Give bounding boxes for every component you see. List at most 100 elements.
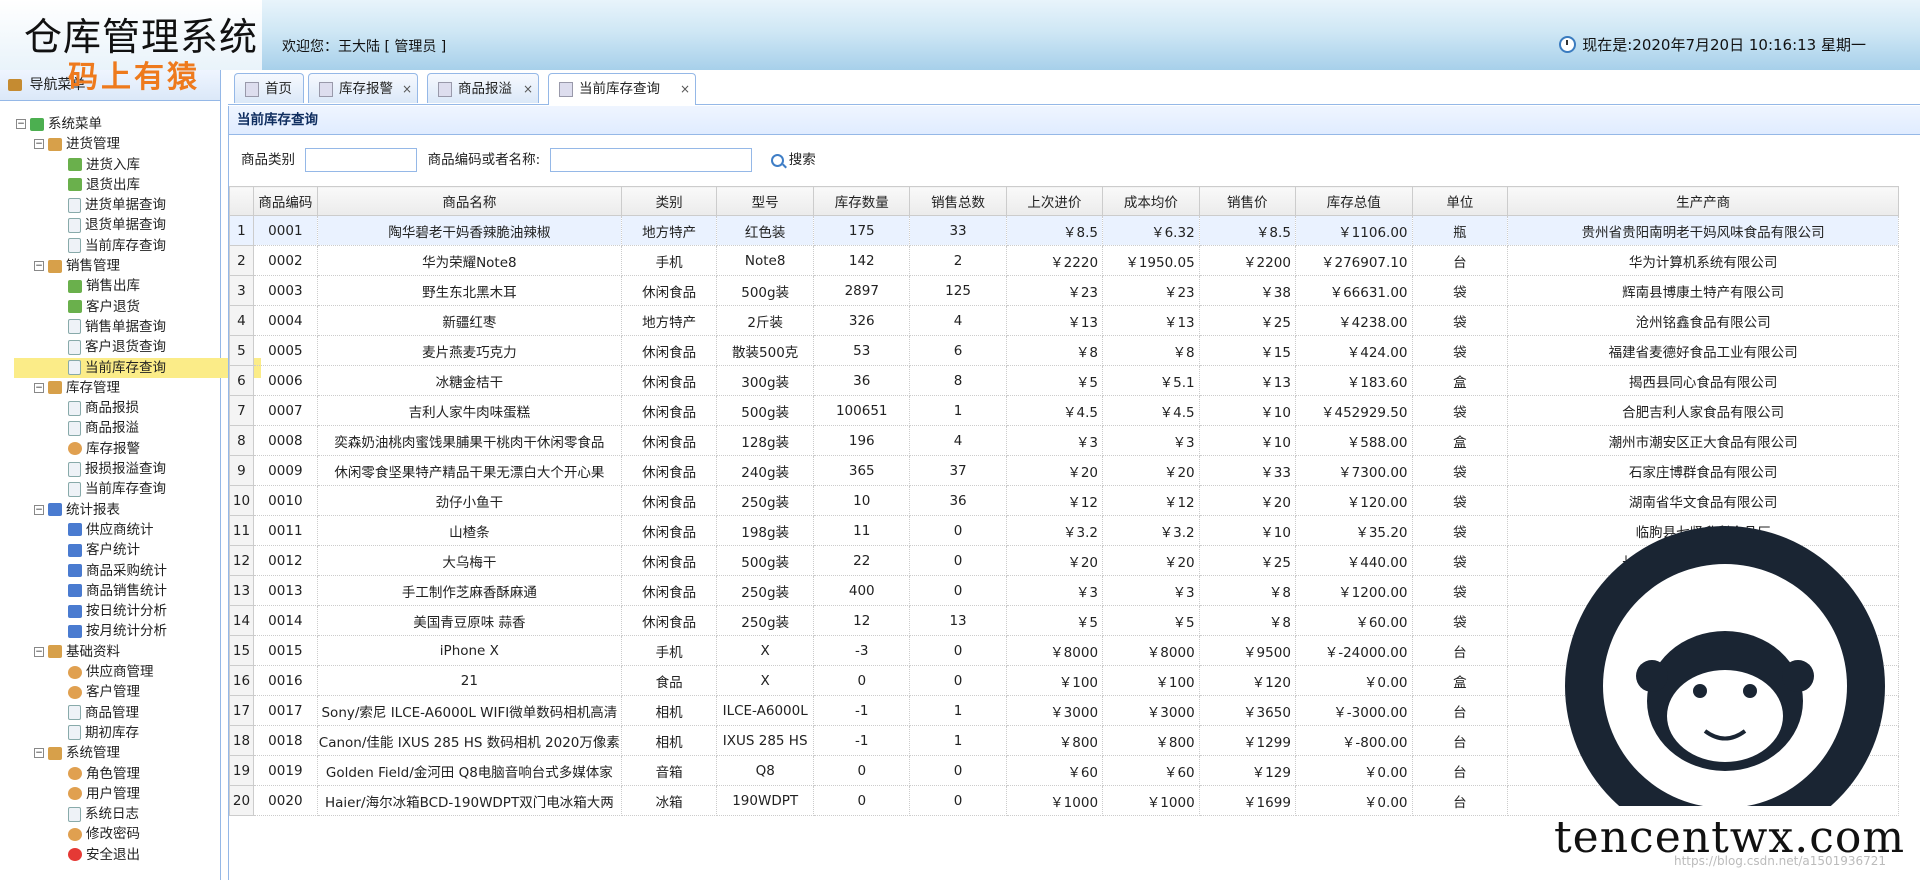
sidebar-item[interactable]: 进货单据查询 bbox=[14, 195, 261, 215]
sidebar-item[interactable]: 报损报溢查询 bbox=[14, 459, 261, 479]
row-number: 13 bbox=[229, 575, 254, 606]
column-header[interactable]: 生产产商 bbox=[1507, 186, 1899, 216]
column-header[interactable]: 类别 bbox=[620, 186, 718, 216]
column-header[interactable]: 商品编码 bbox=[252, 186, 318, 216]
row-number: 19 bbox=[229, 755, 254, 786]
sidebar-item-label: 库存管理 bbox=[66, 379, 120, 396]
table-cell: ￥13 bbox=[1102, 305, 1200, 336]
sidebar-item[interactable]: 期初库存 bbox=[14, 723, 261, 743]
tab-close-icon[interactable]: × bbox=[523, 74, 533, 104]
page-search-icon bbox=[68, 339, 81, 355]
sidebar-item[interactable]: 客户统计 bbox=[14, 540, 261, 560]
sidebar-group[interactable]: − 系统管理 bbox=[14, 743, 261, 763]
table-cell: ￥-800.00 bbox=[1294, 725, 1413, 756]
search-button[interactable]: 搜索 bbox=[770, 135, 816, 185]
tab[interactable]: 库存报警 × bbox=[308, 73, 418, 103]
column-header[interactable]: 库存总值 bbox=[1294, 186, 1413, 216]
sidebar-item[interactable]: 供应商统计 bbox=[14, 520, 261, 540]
sidebar-group[interactable]: − 进货管理 bbox=[14, 134, 261, 154]
sidebar-item[interactable]: 修改密码 bbox=[14, 824, 261, 844]
table-cell: ￥4.5 bbox=[1005, 395, 1104, 426]
sidebar-item[interactable]: 退货单据查询 bbox=[14, 215, 261, 235]
sidebar-item[interactable]: 商品销售统计 bbox=[14, 581, 261, 601]
table-header-row: 商品编码 商品名称 类别 型号 库存数量 销售总数 上次进价 成本均价 销售价 库存总值 单位 生产产… bbox=[229, 186, 1899, 216]
collapse-toggle-icon[interactable]: − bbox=[34, 139, 44, 150]
collapse-toggle-icon[interactable]: − bbox=[34, 748, 44, 759]
sidebar-item[interactable]: 库存报警 bbox=[14, 439, 261, 459]
collapse-toggle-icon[interactable]: − bbox=[34, 261, 44, 272]
table-cell: 1 bbox=[909, 395, 1007, 426]
sidebar-item[interactable]: 安全退出 bbox=[14, 845, 261, 865]
tab-close-icon[interactable]: × bbox=[402, 74, 412, 104]
row-number: 2 bbox=[229, 245, 254, 276]
sidebar-item[interactable]: 按日统计分析 bbox=[14, 601, 261, 621]
sidebar-item[interactable]: 销售出库 bbox=[14, 276, 261, 296]
table-cell: ￥25 bbox=[1198, 305, 1296, 336]
column-header[interactable]: 商品名称 bbox=[316, 186, 622, 216]
sidebar-item[interactable]: 系统日志 bbox=[14, 804, 261, 824]
collapse-toggle-icon[interactable]: − bbox=[16, 119, 26, 129]
tab[interactable]: 首页 bbox=[234, 73, 304, 103]
table-row[interactable]: 10 0010 劲仔小鱼干 休闲食品 250g装 10 36 ￥12 ￥12 ￥20 ￥120.00… bbox=[229, 485, 1899, 516]
sidebar-item[interactable]: 客户退货 bbox=[14, 297, 261, 317]
table-cell: ￥15 bbox=[1198, 335, 1296, 366]
category-input[interactable] bbox=[305, 148, 418, 172]
sidebar-item[interactable]: 客户管理 bbox=[14, 682, 261, 702]
sidebar-item[interactable]: 退货出库 bbox=[14, 175, 261, 195]
sidebar-item[interactable]: 商品采购统计 bbox=[14, 561, 261, 581]
table-row[interactable]: 6 0006 冰糖金桔干 休闲食品 300g装 36 8 ￥5 ￥5.1 ￥13 ￥183.60 盒揭… bbox=[229, 365, 1899, 396]
sidebar-item[interactable]: 商品报损 bbox=[14, 398, 261, 418]
table-row[interactable]: 5 0005 麦片燕麦巧克力 休闲食品 散装500克 53 6 ￥8 ￥8 ￥15 ￥424.00 袋… bbox=[229, 335, 1899, 366]
column-header[interactable]: 单位 bbox=[1411, 186, 1509, 216]
table-row[interactable]: 3 0003 野生东北黑木耳 休闲食品 500g装 2897 125 ￥23 ￥23 ￥38 ￥66… bbox=[229, 275, 1899, 306]
tab[interactable]: 当前库存查询 × bbox=[548, 73, 696, 105]
sidebar-group[interactable]: − 基础资料 bbox=[14, 642, 261, 662]
collapse-toggle-icon[interactable]: − bbox=[34, 504, 44, 515]
table-row[interactable]: 1 0001 陶华碧老干妈香辣脆油辣椒 地方特产 红色装 175 33 ￥8.5 ￥6.32 ￥8… bbox=[229, 215, 1899, 246]
table-cell: ￥5.1 bbox=[1102, 365, 1200, 396]
column-header[interactable]: 销售价 bbox=[1198, 186, 1296, 216]
collapse-toggle-icon[interactable]: − bbox=[34, 646, 44, 657]
sidebar-item[interactable]: 商品报溢 bbox=[14, 418, 261, 438]
table-cell: 休闲食品 bbox=[620, 515, 718, 546]
table-cell: Sony/索尼 ILCE-A6000L WIFI微单数码相机高清 bbox=[316, 695, 622, 726]
table-cell: ￥38 bbox=[1198, 275, 1296, 306]
column-header[interactable]: 型号 bbox=[716, 186, 815, 216]
sidebar-item-label: 进货管理 bbox=[66, 136, 120, 153]
table-row[interactable]: 9 0009 休闲零食坚果特产精品干果无漂白大个开心果 休闲食品 240g装 365 37 ￥… bbox=[229, 455, 1899, 486]
sidebar-item[interactable]: 当前库存查询 bbox=[14, 479, 261, 499]
sidebar-group[interactable]: − 系统菜单 bbox=[14, 114, 261, 134]
column-header[interactable]: 成本均价 bbox=[1102, 186, 1200, 216]
table-cell: 0 bbox=[909, 545, 1007, 576]
table-row[interactable]: 7 0007 吉利人家牛肉味蛋糕 休闲食品 500g装 100651 1 ￥4.5 ￥4.5 ￥1… bbox=[229, 395, 1899, 426]
tab-label: 首页 bbox=[265, 81, 292, 97]
column-header[interactable]: 销售总数 bbox=[909, 186, 1007, 216]
collapse-toggle-icon[interactable]: − bbox=[34, 382, 44, 393]
sidebar-group[interactable]: − 统计报表 bbox=[14, 500, 261, 520]
sidebar-item[interactable]: 角色管理 bbox=[14, 764, 261, 784]
sidebar-item[interactable]: 用户管理 bbox=[14, 784, 261, 804]
name-input[interactable] bbox=[550, 148, 753, 172]
table-row[interactable]: 2 0002 华为荣耀Note8 手机 Note8 142 2 ￥2220 ￥1950.05 ￥2… bbox=[229, 245, 1899, 276]
column-header[interactable]: 上次进价 bbox=[1005, 186, 1104, 216]
table-cell: 8 bbox=[909, 365, 1007, 396]
column-header[interactable] bbox=[229, 186, 254, 216]
sidebar-item[interactable]: 客户退货查询 bbox=[14, 337, 261, 357]
table-cell: 0017 bbox=[252, 695, 318, 726]
tab[interactable]: 商品报溢 × bbox=[427, 73, 539, 103]
table-row[interactable]: 4 0004 新疆红枣 地方特产 2斤装 326 4 ￥13 ￥13 ￥25 ￥4238.00 袋沧州… bbox=[229, 305, 1899, 336]
sidebar-item-label: 修改密码 bbox=[86, 826, 140, 843]
tab-close-icon[interactable]: × bbox=[680, 74, 690, 104]
sidebar-item[interactable]: 供应商管理 bbox=[14, 662, 261, 682]
sidebar-item[interactable]: 销售单据查询 bbox=[14, 317, 261, 337]
sidebar-item[interactable]: 进货入库 bbox=[14, 155, 261, 175]
table-row[interactable]: 8 0008 奕森奶油桃肉蜜饯果脯果干桃肉干休闲零食品 休闲食品 128g装 196 4 ￥3… bbox=[229, 425, 1899, 456]
sidebar-item[interactable]: 商品管理 bbox=[14, 703, 261, 723]
table-cell: X bbox=[716, 665, 815, 696]
column-header[interactable]: 库存数量 bbox=[813, 186, 911, 216]
sidebar-item[interactable]: 当前库存查询 bbox=[14, 357, 261, 378]
sidebar-item[interactable]: 按月统计分析 bbox=[14, 621, 261, 641]
sidebar-group[interactable]: − 库存管理 bbox=[14, 378, 261, 398]
sidebar-item[interactable]: 当前库存查询 bbox=[14, 236, 261, 256]
sidebar-group[interactable]: − 销售管理 bbox=[14, 256, 261, 276]
